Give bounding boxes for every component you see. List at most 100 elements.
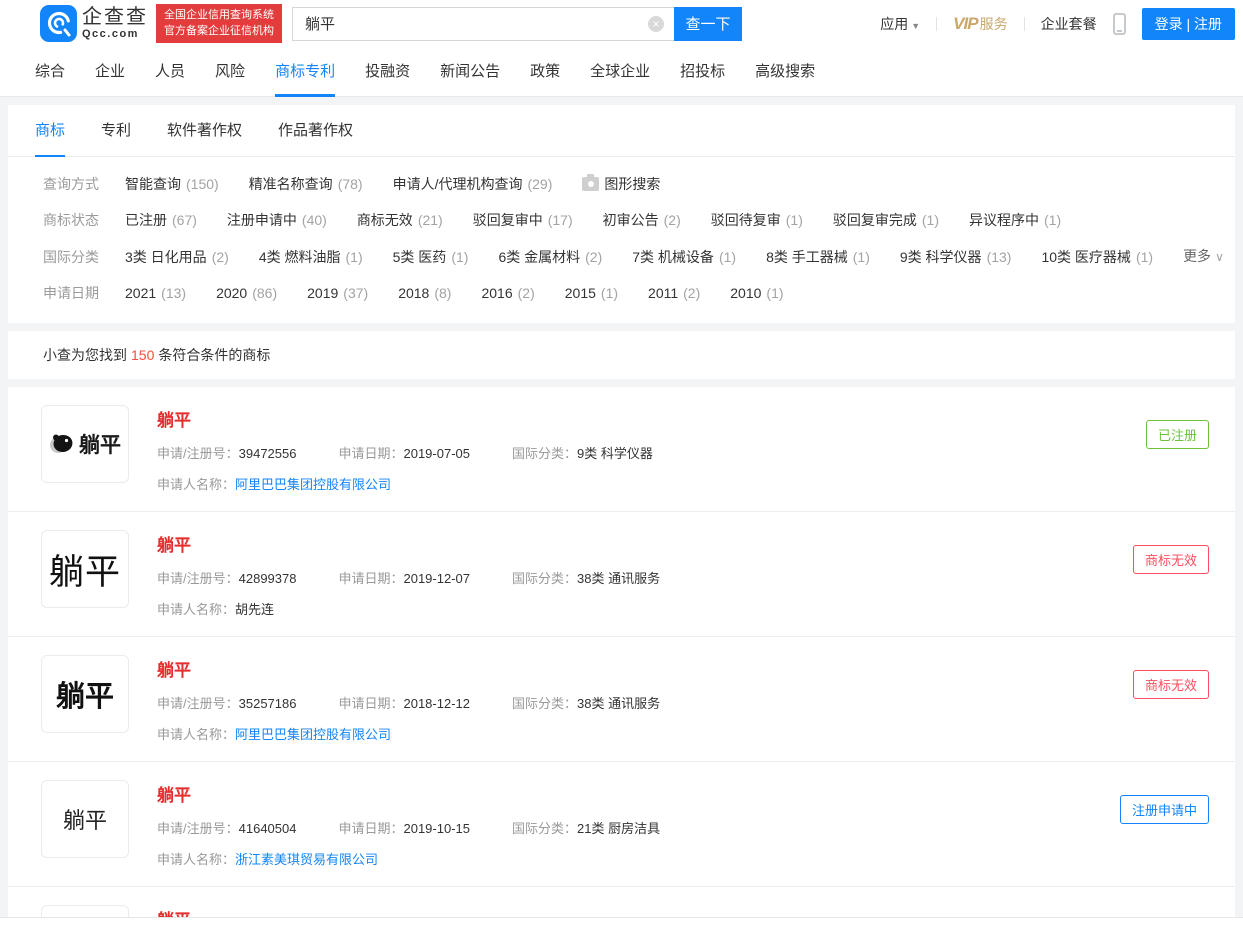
bottom-bar (0, 917, 1243, 938)
sheep-icon (50, 434, 73, 453)
enterprise-package-link[interactable]: 企业套餐 (1041, 14, 1097, 34)
filter-option[interactable]: 7类 机械设备 (1) (632, 239, 736, 275)
qcc-logo[interactable]: 企查查 Qcc.com (40, 5, 148, 42)
search-bar: × 查一下 (292, 6, 742, 41)
filter-option[interactable]: 4类 燃料油脂 (1) (259, 239, 363, 275)
filter-option[interactable]: 2016 (2) (481, 275, 534, 311)
result-summary: 小查为您找到 150 条符合条件的商标 (8, 331, 1235, 379)
filter-option[interactable]: 驳回复审完成 (1) (833, 202, 939, 238)
filter-option[interactable]: 申请人/代理机构查询 (29) (393, 166, 553, 202)
header-menu: 应用 ▼ VIP 服务 企业套餐 登录 | 注册 (880, 7, 1235, 40)
filter-option[interactable]: 驳回复审中 (17) (473, 202, 573, 238)
filter-option[interactable]: 精准名称查询 (78) (249, 166, 363, 202)
trademark-row: 躺平 躺平 申请/注册号：41640504 申请日期：2019-10-15 国际… (8, 761, 1235, 886)
intl-class-field: 国际分类：38类 通讯服务 (511, 696, 661, 711)
applicant-field: 申请人名称：胡先连 (157, 602, 275, 617)
filter-option[interactable]: 10类 医疗器械 (1) (1041, 239, 1153, 275)
filter-option[interactable]: 2021 (13) (125, 275, 186, 311)
nav-tab-fengxian[interactable]: 风险 (215, 47, 245, 97)
applicant-link[interactable]: 阿里巴巴集团控股有限公司 (235, 477, 391, 492)
trademark-row: 躺平 躺平 申请/注册号：39472556 申请日期：2019-07-05 国际… (8, 387, 1235, 511)
divider (1023, 16, 1025, 31)
nav-tab-xinwengonggao[interactable]: 新闻公告 (440, 47, 500, 97)
filter-option[interactable]: 2010 (1) (730, 275, 783, 311)
trademark-image[interactable]: 躺平 (41, 780, 129, 858)
filter-option[interactable]: 9类 科学仪器 (13) (900, 239, 1012, 275)
trademark-image[interactable]: 躺平 (41, 530, 129, 608)
category-subtabs: 商标 专利 软件著作权 作品著作权 (8, 105, 1235, 157)
applicant-text: 胡先连 (235, 602, 275, 617)
filter-option[interactable]: 8类 手工器械 (1) (766, 239, 870, 275)
reg-no-field: 申请/注册号：41640504 (157, 821, 297, 836)
filter-label: 查询方式 (43, 176, 99, 192)
applicant-link[interactable]: 阿里巴巴集团控股有限公司 (235, 727, 391, 742)
subtab-patent[interactable]: 专利 (101, 105, 131, 157)
nav-tab-zhaotoubiao[interactable]: 招投标 (680, 47, 725, 97)
more-button[interactable]: 更多 ∨ (1183, 238, 1243, 275)
filter-option[interactable]: 智能查询 (150) (125, 166, 219, 202)
top-header: 企查查 Qcc.com 全国企业信用查询系统 官方备案企业征信机构 × 查一下 … (0, 0, 1243, 47)
nav-tab-qiye[interactable]: 企业 (95, 47, 125, 97)
trademark-name-link[interactable]: 躺平 (157, 781, 702, 806)
search-input[interactable] (292, 6, 674, 41)
filter-option[interactable]: 异议程序中 (1) (969, 202, 1061, 238)
brand-domain: Qcc.com (82, 28, 139, 40)
nav-tab-quanqiuqiye[interactable]: 全球企业 (590, 47, 650, 97)
filter-option[interactable]: 注册申请中 (40) (227, 202, 327, 238)
filter-option[interactable]: 2015 (1) (565, 275, 618, 311)
filter-option[interactable]: 2020 (86) (216, 275, 277, 311)
qcc-logo-icon (40, 5, 77, 42)
filter-option[interactable]: 3类 日化用品 (2) (125, 239, 229, 275)
filter-label: 申请日期 (43, 285, 99, 301)
filter-option[interactable]: 商标无效 (21) (357, 202, 443, 238)
trademark-image[interactable]: 躺平 (41, 655, 129, 733)
filter-option[interactable]: 2018 (8) (398, 275, 451, 311)
filter-option[interactable]: 5类 医药 (1) (393, 239, 469, 275)
clear-search-icon[interactable]: × (648, 15, 664, 32)
divider (936, 16, 938, 31)
filter-option[interactable]: 驳回待复审 (1) (711, 202, 803, 238)
apps-menu[interactable]: 应用 ▼ (880, 14, 920, 34)
applicant-link[interactable]: 浙江素美琪贸易有限公司 (235, 852, 378, 867)
nav-tab-gaojisousuo[interactable]: 高级搜索 (755, 47, 815, 97)
mobile-app-icon[interactable] (1112, 12, 1126, 35)
apply-date-field: 申请日期：2019-10-15 (338, 821, 470, 836)
login-register-button[interactable]: 登录 | 注册 (1141, 7, 1235, 40)
filter-option[interactable]: 2011 (2) (648, 275, 700, 311)
nav-tab-zhengce[interactable]: 政策 (530, 47, 560, 97)
filter-panel: 商标 专利 软件著作权 作品著作权 查询方式 智能查询 (150) 精准名称查询(… (8, 105, 1235, 323)
caret-down-icon: ▼ (911, 20, 921, 31)
filter-row-query-mode: 查询方式 智能查询 (150) 精准名称查询 (78) 申请人/代理机构查询 (29)… (43, 166, 1215, 202)
subtab-trademark[interactable]: 商标 (35, 105, 66, 157)
result-count: 150 (131, 347, 155, 363)
gov-certification-badge: 全国企业信用查询系统 官方备案企业征信机构 (156, 3, 282, 44)
applicant-field: 申请人名称：阿里巴巴集团控股有限公司 (157, 477, 392, 492)
nav-tab-zonghe[interactable]: 综合 (35, 47, 65, 97)
trademark-row: 躺平 躺平 申请/注册号：42899378 申请日期：2019-12-07 国际… (8, 511, 1235, 636)
nav-tab-shangbiaozhuanli[interactable]: 商标专利 (275, 47, 336, 97)
filter-option-image-search[interactable]: 图形搜索 (582, 166, 660, 202)
trademark-image[interactable]: 躺平 (41, 405, 129, 483)
nav-tab-tourongzi[interactable]: 投融资 (365, 47, 410, 97)
filter-option[interactable]: 初审公告 (2) (603, 202, 681, 238)
subtab-work-copyright[interactable]: 作品著作权 (278, 105, 353, 157)
filter-option[interactable]: 6类 金属材料 (2) (498, 239, 602, 275)
reg-no-field: 申请/注册号：35257186 (157, 696, 297, 711)
reg-no-field: 申请/注册号：39472556 (157, 446, 297, 461)
filter-option[interactable]: 2019 (37) (307, 275, 368, 311)
trademark-name-link[interactable]: 躺平 (157, 406, 695, 431)
nav-tab-renyuan[interactable]: 人员 (155, 47, 185, 97)
filter-option[interactable]: 已注册 (67) (125, 202, 197, 238)
status-badge: 已注册 (1145, 420, 1209, 449)
filter-row-apply-date: 申请日期 2021 (13) 2020 (86) 2019 (37) 2018 (8) … (43, 275, 1215, 311)
results-list: 躺平 躺平 申请/注册号：39472556 申请日期：2019-07-05 国际… (8, 387, 1235, 938)
status-badge: 注册申请中 (1119, 795, 1209, 824)
trademark-name-link[interactable]: 躺平 (157, 656, 702, 681)
apply-date-field: 申请日期：2019-07-05 (338, 446, 470, 461)
subtab-software-copyright[interactable]: 软件著作权 (167, 105, 242, 157)
applicant-field: 申请人名称：浙江素美琪贸易有限公司 (157, 852, 379, 867)
trademark-name-link[interactable]: 躺平 (157, 531, 702, 556)
vip-service-link[interactable]: VIP 服务 (953, 14, 1007, 34)
search-button[interactable]: 查一下 (674, 6, 742, 41)
filter-row-trademark-status: 商标状态 已注册 (67) 注册申请中 (40) 商标无效 (21) 驳回复审中 (17… (43, 202, 1215, 238)
